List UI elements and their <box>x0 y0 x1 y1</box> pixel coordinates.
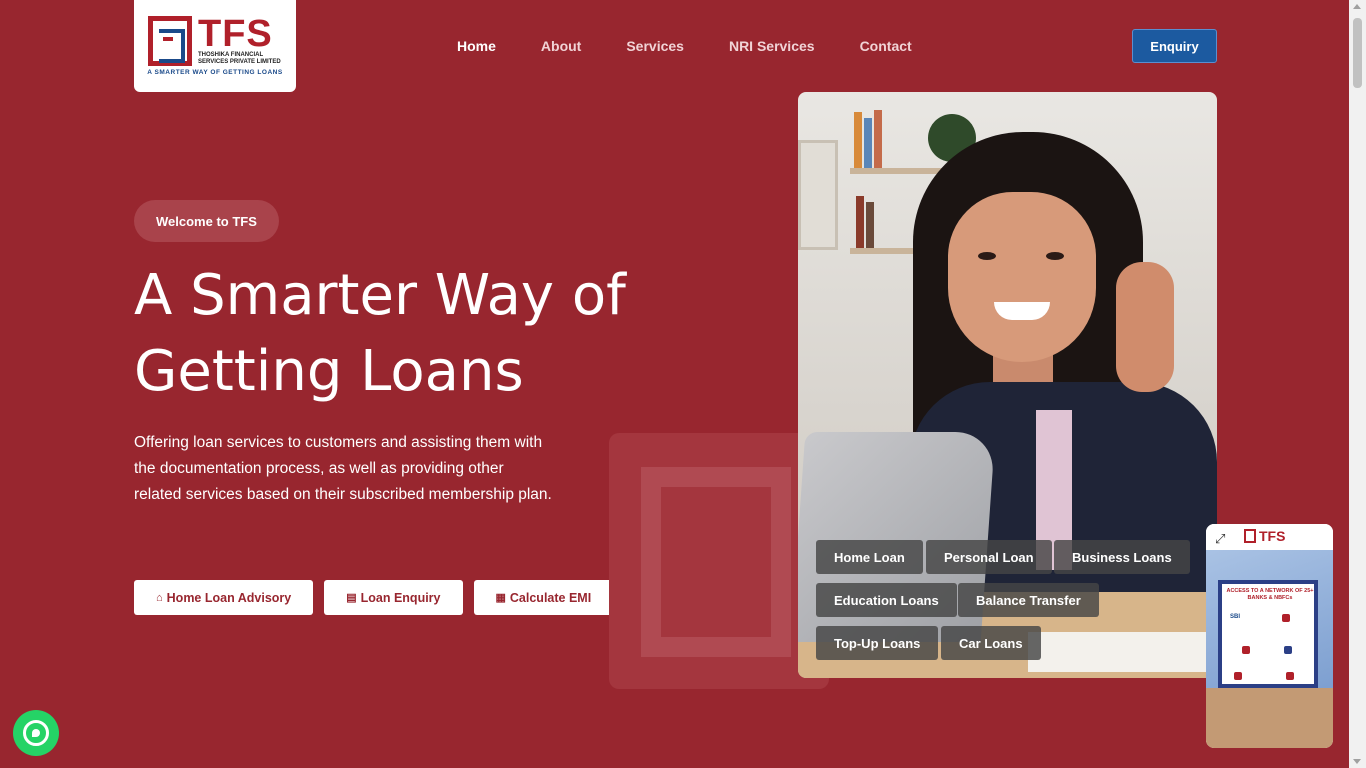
whatsapp-button[interactable] <box>13 710 59 756</box>
calculate-emi-button[interactable]: ▦ Calculate EMI <box>473 580 614 615</box>
page-scrollbar[interactable] <box>1349 0 1366 768</box>
home-loan-advisory-button[interactable]: ⌂ Home Loan Advisory <box>134 580 314 615</box>
logo-name: TFS <box>198 13 273 55</box>
person-hand <box>1116 262 1174 392</box>
nav-contact[interactable]: Contact <box>860 38 912 54</box>
nav-nri-services[interactable]: NRI Services <box>729 38 815 54</box>
enquiry-button[interactable]: Enquiry <box>1132 29 1217 63</box>
watermark-logo-icon <box>609 433 829 689</box>
tag-home-loan[interactable]: Home Loan <box>816 540 923 574</box>
site-logo[interactable]: TFS THOSHIKA FINANCIAL SERVICES PRIVATE … <box>134 0 296 92</box>
headline-line-1: A Smarter Way of <box>134 263 626 328</box>
nav-about[interactable]: About <box>541 38 581 54</box>
bank-logo-icon <box>1286 672 1294 680</box>
tag-education-loans[interactable]: Education Loans <box>816 583 957 617</box>
bank-logo-icon <box>1284 646 1292 654</box>
hero-headline: A Smarter Way of Getting Loans <box>134 258 694 410</box>
hero-description: Offering loan services to customers and … <box>134 434 552 503</box>
watermark-inner <box>669 513 759 613</box>
expand-icon[interactable]: ⤢ <box>1215 532 1225 547</box>
document-icon: ▤ <box>346 592 357 604</box>
book <box>864 118 872 168</box>
scroll-up-arrow-icon[interactable] <box>1353 4 1361 9</box>
person-eye <box>1046 252 1064 260</box>
tag-car-loans[interactable]: Car Loans <box>941 626 1041 660</box>
scroll-down-arrow-icon[interactable] <box>1353 759 1361 764</box>
logo-row: TFS THOSHIKA FINANCIAL SERVICES PRIVATE … <box>148 13 282 66</box>
promo-bank-sbi: SBI <box>1230 614 1241 620</box>
promo-logo-text: TFS <box>1259 528 1286 544</box>
bank-logo-icon <box>1242 646 1250 654</box>
bank-logo-icon <box>1282 614 1290 622</box>
tag-top-up-loans[interactable]: Top-Up Loans <box>816 626 939 660</box>
book <box>874 110 882 168</box>
wall-frame <box>798 140 838 250</box>
whatsapp-icon <box>23 720 49 746</box>
cta-label: Home Loan Advisory <box>166 590 292 605</box>
logo-company: THOSHIKA FINANCIAL SERVICES PRIVATE LIMI… <box>198 52 281 65</box>
tag-personal-loan[interactable]: Personal Loan <box>926 540 1052 574</box>
person-eye <box>978 252 996 260</box>
tag-business-loans[interactable]: Business Loans <box>1054 540 1190 574</box>
loan-enquiry-button[interactable]: ▤ Loan Enquiry <box>324 580 463 615</box>
main-nav: Home About Services NRI Services Contact <box>457 38 957 54</box>
promo-card: ACCESS TO A NETWORK OF 25+ BANKS & NBFCs… <box>1218 580 1318 688</box>
promo-header: ⤢ TFS <box>1206 524 1333 550</box>
nav-services[interactable]: Services <box>626 38 684 54</box>
calculator-icon: ▦ <box>495 592 506 604</box>
book <box>854 112 862 168</box>
cta-row: ⌂ Home Loan Advisory ▤ Loan Enquiry ▦ Ca… <box>134 580 614 615</box>
cta-label: Calculate EMI <box>509 590 592 605</box>
cta-label: Loan Enquiry <box>360 590 441 605</box>
logo-text: TFS THOSHIKA FINANCIAL SERVICES PRIVATE … <box>198 13 282 66</box>
book <box>866 202 874 248</box>
promo-widget[interactable]: ⤢ TFS ACCESS TO A NETWORK OF 25+ BANKS &… <box>1206 524 1333 748</box>
paper <box>1028 632 1217 672</box>
logo-tagline: A SMARTER WAY OF GETTING LOANS <box>147 69 283 76</box>
promo-body: ACCESS TO A NETWORK OF 25+ BANKS & NBFCs… <box>1206 550 1333 690</box>
person-face <box>948 192 1096 362</box>
promo-logo-mark-icon <box>1244 529 1256 543</box>
book <box>856 196 864 248</box>
welcome-badge: Welcome to TFS <box>134 200 279 242</box>
home-icon: ⌂ <box>156 591 163 604</box>
bank-logo-icon <box>1234 672 1242 680</box>
logo-mark-icon <box>148 16 192 66</box>
tag-balance-transfer[interactable]: Balance Transfer <box>958 583 1099 617</box>
scroll-thumb[interactable] <box>1353 18 1362 88</box>
promo-logo: TFS <box>1244 528 1285 544</box>
nav-home[interactable]: Home <box>457 38 496 54</box>
headline-line-2: Getting Loans <box>134 339 524 404</box>
promo-footer <box>1206 688 1333 748</box>
promo-card-title: ACCESS TO A NETWORK OF 25+ BANKS & NBFCs <box>1226 588 1314 601</box>
